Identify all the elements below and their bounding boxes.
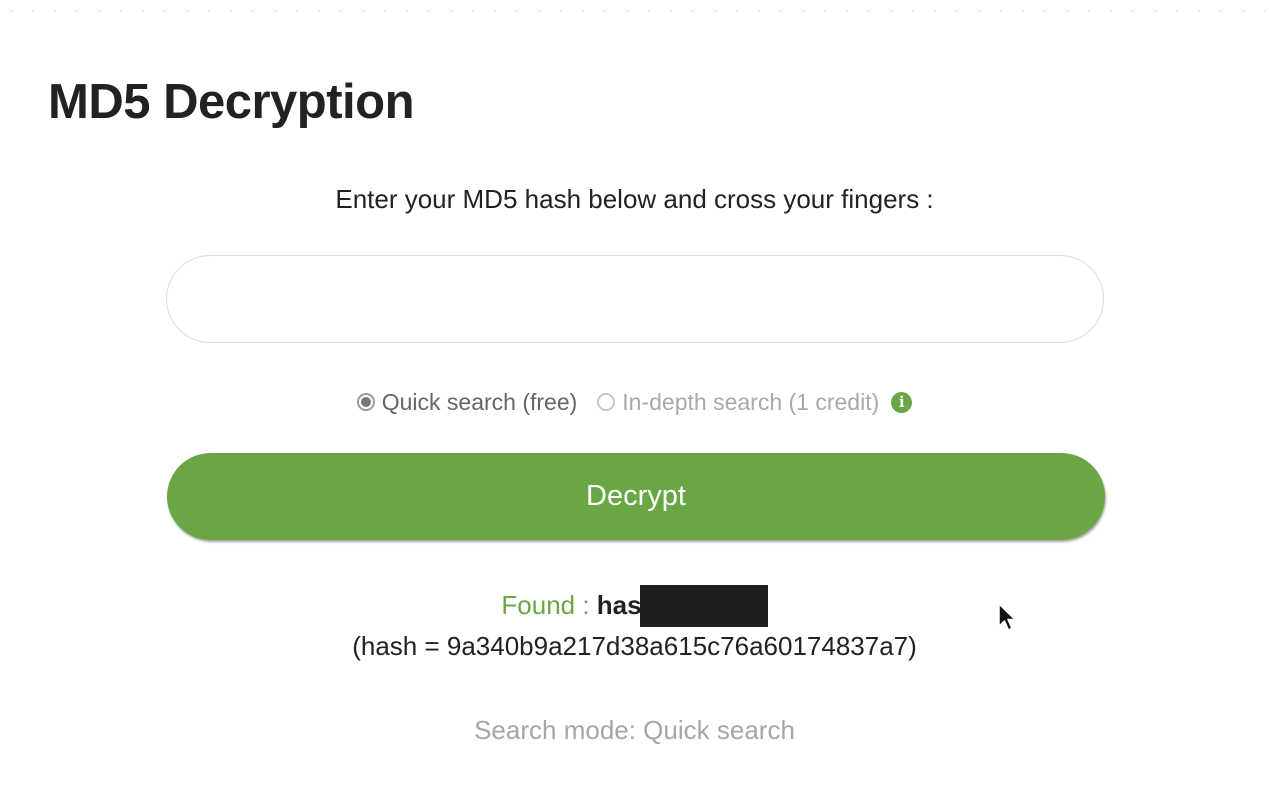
- hash-value-line: (hash = 9a340b9a217d38a615c76a60174837a7…: [352, 631, 917, 661]
- result-found-line: Found : has: [0, 585, 1269, 628]
- in-depth-search-label[interactable]: In-depth search (1 credit): [622, 389, 879, 416]
- decrypt-button[interactable]: Decrypt: [167, 453, 1105, 540]
- search-mode-options: Quick search (free) In-depth search (1 c…: [0, 384, 1269, 420]
- radio-unchecked-icon[interactable]: [597, 393, 616, 411]
- in-depth-search-radio[interactable]: In-depth search (1 credit): [597, 389, 879, 416]
- instructions-text: Enter your MD5 hash below and cross your…: [335, 184, 934, 214]
- hash-input[interactable]: [166, 255, 1104, 343]
- found-label: Found :: [501, 589, 590, 620]
- search-mode-text: Search mode: Quick search: [474, 715, 795, 745]
- quick-search-radio[interactable]: Quick search (free): [356, 389, 578, 416]
- info-icon[interactable]: i: [891, 391, 913, 413]
- mouse-cursor-icon: [998, 603, 1016, 631]
- found-value: has: [596, 585, 768, 628]
- page-title: MD5 Decryption: [48, 75, 415, 129]
- radio-checked-icon[interactable]: [356, 393, 375, 411]
- found-value-text: has: [596, 589, 642, 620]
- redaction-box: [639, 585, 768, 627]
- top-divider: [0, 10, 1269, 12]
- page: MD5 Decryption Enter your MD5 hash below…: [0, 0, 1269, 794]
- quick-search-label[interactable]: Quick search (free): [382, 389, 578, 416]
